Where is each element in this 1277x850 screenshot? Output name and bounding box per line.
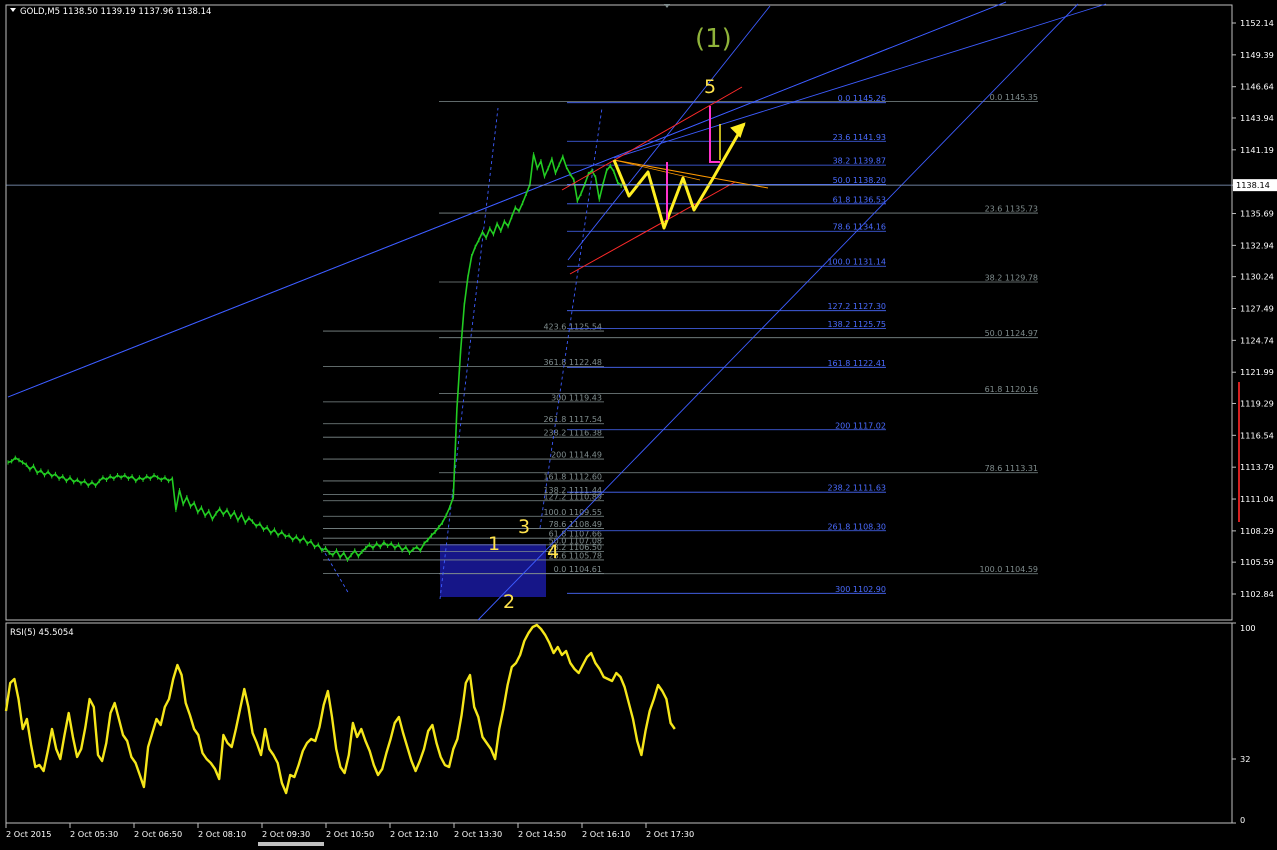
fib-blue-label: 238.2 1111.63: [827, 484, 886, 493]
y-tick-label: 1135.69: [1240, 209, 1274, 219]
y-tick-label: 1141.19: [1240, 145, 1274, 155]
chart-title: GOLD,M5 1138.50 1139.19 1137.96 1138.14: [20, 7, 211, 17]
fib-blue-label: 50.0 1138.20: [833, 176, 886, 185]
y-tick-label: 1116.54: [1240, 430, 1274, 440]
fib-blue-label: 138.2 1125.75: [827, 320, 886, 329]
trading-chart[interactable]: GOLD,M5 1138.50 1139.19 1137.96 1138.14 …: [0, 0, 1277, 846]
fib-blue-label: 200 1117.02: [835, 421, 886, 430]
fib-blue-label: 261.8 1108.30: [827, 522, 886, 531]
x-tick-label: 2 Oct 08:10: [198, 829, 246, 839]
x-tick-label: 2 Oct 06:50: [134, 829, 182, 839]
y-tick-label: 1113.79: [1240, 462, 1274, 472]
arrowhead-icon: [730, 122, 746, 138]
fib-blue-label: 23.6 1141.93: [833, 133, 886, 142]
x-tick-label: 2 Oct 12:10: [390, 829, 438, 839]
wave-label-3: 3: [518, 516, 530, 538]
wave-label-4: 4: [547, 541, 559, 563]
fib-gray-right-label: 100.0 1104.59: [979, 565, 1038, 574]
fib-gray-right-label: 50.0 1124.97: [985, 329, 1038, 338]
fib-gray-mid-label: 127.2 1110.89: [543, 492, 602, 501]
x-tick-label: 2 Oct 14:50: [518, 829, 566, 839]
fib-blue-label: 100.0 1131.14: [827, 258, 886, 267]
fib-gray-mid-label: 78.6 1108.49: [549, 520, 602, 529]
fib-gray-right-label: 61.8 1120.16: [985, 385, 1038, 394]
rsi-tick-label: 32: [1240, 754, 1250, 764]
rsi-title: RSI(5) 45.5054: [10, 628, 74, 638]
x-tick-label: 2 Oct 09:30: [262, 829, 310, 839]
y-tick-label: 1152.14: [1240, 18, 1274, 28]
y-tick-label: 1124.74: [1240, 335, 1274, 345]
chart-root: GOLD,M5 1138.50 1139.19 1137.96 1138.14 …: [0, 0, 1277, 846]
fib-gray-mid-label: 0.0 1104.61: [554, 565, 602, 574]
trend-line-channel-bottom: [477, 3, 1079, 621]
horizontal-scrollbar[interactable]: [258, 842, 324, 846]
fib-blue-label: 300 1102.90: [835, 585, 886, 594]
y-tick-label: 1146.64: [1240, 82, 1274, 92]
y-tick-label: 1143.94: [1240, 113, 1274, 123]
fib-gray-mid-label: 161.8 1112.60: [543, 472, 602, 481]
price-line: [7, 154, 622, 562]
fib-gray-mid-label: 361.8 1122.48: [543, 358, 602, 367]
wave-label-1: 1: [488, 533, 500, 555]
fib-gray-mid-label: 423.6 1125.54: [543, 323, 602, 332]
wave-label-2: 2: [503, 591, 515, 613]
x-tick-label: 2 Oct 13:30: [454, 829, 502, 839]
rsi-tick-label: 0: [1240, 815, 1245, 825]
symbol-menu-icon[interactable]: [10, 8, 16, 12]
wave-degree-label: (1): [695, 24, 732, 54]
y-tick-label: 1130.24: [1240, 272, 1274, 282]
x-tick-label: 2 Oct 16:10: [582, 829, 630, 839]
main-panel-frame: [5, 4, 1233, 621]
fib-blue-label: 38.2 1139.87: [833, 157, 886, 166]
fib-blue-label: 61.8 1136.53: [833, 195, 886, 204]
rsi-tick-label: 100: [1240, 623, 1256, 633]
fib-blue-label: 78.6 1134.16: [833, 223, 886, 232]
y-tick-label: 1149.39: [1240, 50, 1274, 60]
fib-gray-right-label: 78.6 1113.31: [985, 464, 1038, 473]
y-tick-label: 1119.29: [1240, 398, 1274, 408]
rsi-line: [4, 623, 676, 795]
current-price-label: 1138.14: [1236, 180, 1270, 190]
fib-blue-label: 0.0 1145.26: [838, 94, 886, 103]
fib-gray-right-label: 0.0 1145.35: [990, 93, 1038, 102]
y-tick-label: 1108.29: [1240, 526, 1274, 536]
fib-blue-label: 127.2 1127.30: [827, 302, 886, 311]
y-tick-label: 1132.94: [1240, 240, 1274, 250]
x-tick-label: 2 Oct 05:30: [70, 829, 118, 839]
x-tick-label: 2 Oct 10:50: [326, 829, 374, 839]
y-tick-label: 1121.99: [1240, 367, 1274, 377]
y-tick-label: 1102.84: [1240, 589, 1274, 599]
triangle-mid-line: [613, 159, 701, 181]
scroll-marker-icon[interactable]: [664, 4, 670, 8]
fib-gray-right-label: 38.2 1129.78: [985, 273, 1038, 282]
x-tick-label: 2 Oct 2015: [6, 829, 51, 839]
wave-label-5: 5: [704, 76, 716, 98]
y-tick-label: 1127.49: [1240, 304, 1274, 314]
projected-wave-arrow: [612, 123, 746, 230]
rsi-panel-frame: [5, 622, 1233, 824]
magenta-measure-1: [709, 106, 720, 163]
fib-gray-right-label: 23.6 1135.73: [985, 205, 1038, 214]
fib-gray-mid-label: 261.8 1117.54: [543, 415, 602, 424]
fib-gray-mid-label: 100.0 1109.55: [543, 508, 602, 517]
trend-line-dashed-1: [439, 107, 499, 600]
y-tick-label: 1111.04: [1240, 494, 1274, 504]
y-tick-label: 1105.59: [1240, 557, 1274, 567]
fib-blue-label: 161.8 1122.41: [827, 359, 886, 368]
wedge-lower-line: [569, 181, 736, 275]
fib-gray-mid-label: 200 1114.49: [551, 451, 602, 460]
x-tick-label: 2 Oct 17:30: [646, 829, 694, 839]
